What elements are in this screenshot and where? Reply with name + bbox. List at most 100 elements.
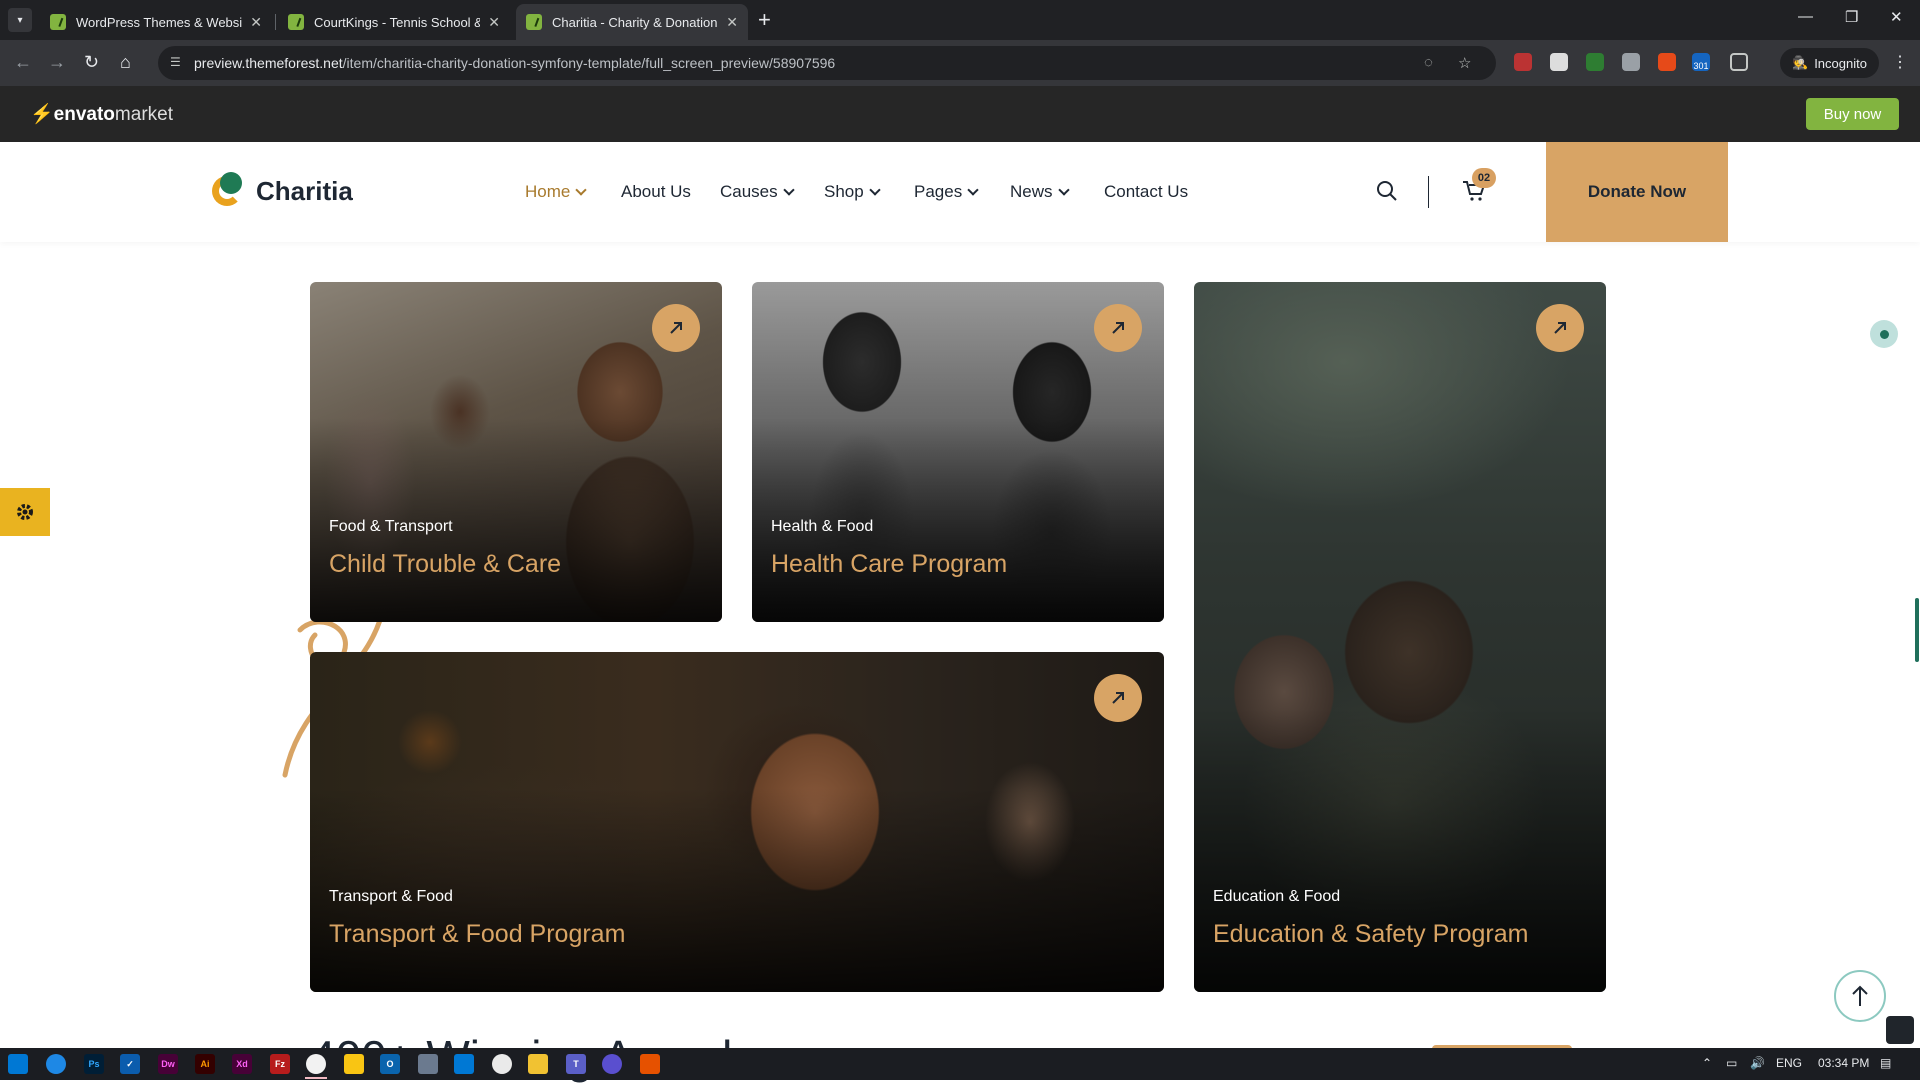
chevron-down-icon — [1057, 184, 1070, 196]
vscode-icon[interactable] — [454, 1054, 474, 1074]
tab-search-chevron-icon[interactable]: ▾ — [8, 8, 32, 32]
tray-chevron-icon[interactable]: ⌃ — [1702, 1056, 1712, 1070]
window-close-icon[interactable]: ✕ — [1890, 8, 1903, 26]
os-taskbar: Ps ✓ Dw Ai Xd Fz O T ⌃ ▭ 🔊 ENG 03:34 PM … — [0, 1048, 1920, 1080]
nav-item-contact[interactable]: Contact Us — [1104, 182, 1188, 202]
notifications-icon[interactable]: ▤ — [1880, 1056, 1891, 1070]
arrow-up-icon — [1852, 985, 1868, 1006]
tracking-eye-slash-icon[interactable]: ◌ — [1424, 54, 1433, 71]
extension-icon[interactable] — [1550, 53, 1568, 71]
extension-icon[interactable] — [1586, 53, 1604, 71]
nav-item-home[interactable]: Home — [525, 182, 588, 202]
program-title[interactable]: Health Care Program — [771, 550, 1007, 579]
chrome-alt-icon[interactable] — [492, 1054, 512, 1074]
clock-time[interactable]: 03:34 PM — [1818, 1056, 1869, 1070]
outlook-icon[interactable]: O — [380, 1054, 400, 1074]
address-bar[interactable]: ☰ preview.themeforest.net/item/charitia-… — [158, 46, 1496, 80]
extension-overlay-icon[interactable] — [1886, 1016, 1914, 1044]
browser-tab-1[interactable]: WordPress Themes & Website T ✕ — [40, 4, 272, 40]
photoshop-icon[interactable]: Ps — [84, 1054, 104, 1074]
envato-market-logo[interactable]: ⚡envatomarket — [30, 102, 173, 126]
nav-item-about[interactable]: About Us — [621, 182, 691, 202]
chevron-down-icon — [782, 184, 795, 196]
program-title[interactable]: Education & Safety Program — [1213, 920, 1528, 949]
bookmark-star-icon[interactable]: ☆ — [1458, 54, 1471, 72]
tab-title: Charitia - Charity & Donation S — [552, 14, 719, 30]
program-card-transport-food[interactable]: Transport & Food Transport & Food Progra… — [310, 652, 1164, 992]
tab-close-icon[interactable]: ✕ — [726, 14, 738, 31]
xd-icon[interactable]: Xd — [232, 1054, 252, 1074]
tab-close-icon[interactable]: ✕ — [250, 14, 262, 31]
nav-item-shop[interactable]: Shop — [824, 182, 881, 202]
incognito-icon: 🕵 — [1792, 55, 1809, 70]
reload-icon[interactable]: ↻ — [84, 52, 99, 72]
redirect-extension-icon[interactable]: 301 — [1692, 53, 1710, 71]
dreamweaver-icon[interactable]: Dw — [158, 1054, 178, 1074]
browser-tab-2[interactable]: CourtKings - Tennis School & S ✕ — [278, 4, 510, 40]
nav-label: Contact Us — [1104, 182, 1189, 201]
camera-extension-icon[interactable] — [1622, 53, 1640, 71]
profile-label: Incognito — [1814, 55, 1867, 71]
edge-icon[interactable] — [46, 1054, 66, 1074]
search-icon[interactable] — [1376, 180, 1398, 202]
envato-favicon-icon — [526, 14, 542, 30]
language-indicator[interactable]: ENG — [1776, 1056, 1802, 1070]
arrow-up-right-icon[interactable] — [1094, 304, 1142, 352]
donate-now-button[interactable]: Donate Now — [1546, 142, 1728, 242]
nav-item-news[interactable]: News — [1010, 182, 1070, 202]
nav-label: Home — [525, 182, 571, 201]
github-icon[interactable] — [602, 1054, 622, 1074]
new-tab-plus-icon[interactable]: + — [758, 8, 771, 32]
restore-icon[interactable]: ❐ — [1845, 8, 1858, 26]
chevron-down-icon — [869, 184, 881, 196]
chrome-icon[interactable] — [306, 1054, 326, 1074]
program-card-education-safety[interactable]: Education & Food Education & Safety Prog… — [1194, 282, 1606, 992]
tab-close-icon[interactable]: ✕ — [488, 14, 500, 31]
sticky-notes-icon[interactable] — [344, 1054, 364, 1074]
site-info-icon[interactable]: ☰ — [170, 55, 186, 71]
windows-start-icon[interactable] — [8, 1054, 28, 1074]
program-category: Food & Transport — [329, 518, 453, 535]
app-icon[interactable] — [640, 1054, 660, 1074]
back-arrow-icon[interactable]: ← — [14, 52, 32, 72]
envato-leaf-icon: ⚡ — [30, 104, 54, 125]
forward-arrow-icon[interactable]: → — [48, 52, 66, 72]
home-icon[interactable]: ⌂ — [120, 52, 131, 72]
browser-tab-3-active[interactable]: Charitia - Charity & Donation S ✕ — [516, 4, 748, 40]
program-title[interactable]: Child Trouble & Care — [329, 550, 561, 579]
incognito-indicator[interactable]: 🕵 Incognito — [1780, 48, 1879, 78]
todo-check-icon[interactable]: ✓ — [120, 1054, 140, 1074]
nav-item-causes[interactable]: Causes — [720, 182, 795, 202]
filezilla-icon[interactable]: Fz — [270, 1054, 290, 1074]
illustrator-icon[interactable]: Ai — [195, 1054, 215, 1074]
extension-icon[interactable] — [1658, 53, 1676, 71]
volume-icon[interactable]: 🔊 — [1750, 1056, 1765, 1070]
browser-menu-icon[interactable]: ⋮ — [1892, 52, 1908, 72]
site-header: Charitia Home About Us Causes Shop Pages… — [0, 142, 1920, 242]
program-card-child-trouble[interactable]: Food & Transport Child Trouble & Care — [310, 282, 722, 622]
brand-name: Charitia — [256, 175, 353, 206]
floating-dot-button[interactable] — [1870, 320, 1898, 348]
minimize-icon[interactable]: — — [1798, 8, 1813, 25]
extensions-puzzle-icon[interactable] — [1730, 53, 1748, 71]
network-icon[interactable]: ▭ — [1726, 1056, 1737, 1070]
envato-favicon-icon — [288, 14, 304, 30]
page-scrollbar-thumb[interactable] — [1915, 598, 1919, 662]
calculator-icon[interactable] — [418, 1054, 438, 1074]
program-title[interactable]: Transport & Food Program — [329, 920, 625, 949]
arrow-up-right-icon[interactable] — [1536, 304, 1584, 352]
arrow-up-right-icon[interactable] — [652, 304, 700, 352]
nav-item-pages[interactable]: Pages — [914, 182, 979, 202]
cart-count-badge: 02 — [1472, 168, 1496, 188]
scroll-to-top-button[interactable] — [1834, 970, 1886, 1022]
teams-icon[interactable]: T — [566, 1054, 586, 1074]
settings-gear-icon[interactable] — [0, 488, 50, 536]
buy-now-button[interactable]: Buy now — [1806, 98, 1899, 130]
program-card-health-care[interactable]: Health & Food Health Care Program — [752, 282, 1164, 622]
extension-icon[interactable] — [1514, 53, 1532, 71]
file-explorer-icon[interactable] — [528, 1054, 548, 1074]
url-text[interactable]: preview.themeforest.net/item/charitia-ch… — [194, 55, 835, 71]
program-category: Health & Food — [771, 518, 874, 535]
charitia-logo[interactable]: Charitia — [212, 172, 353, 210]
arrow-up-right-icon[interactable] — [1094, 674, 1142, 722]
